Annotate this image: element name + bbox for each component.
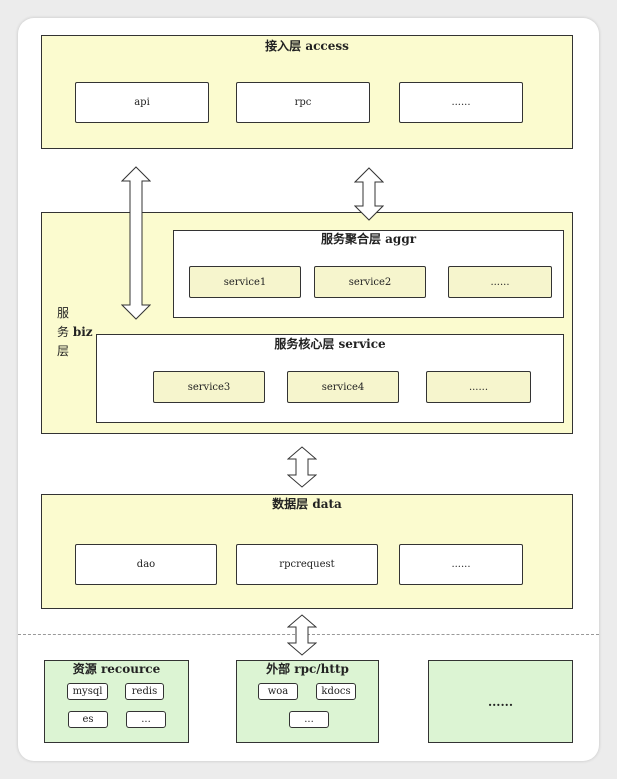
data-item-more: ...... (399, 544, 523, 585)
access-item-api: api (75, 82, 209, 123)
service-item-more: ...... (426, 371, 531, 403)
biz-title-line1: 服 (57, 306, 70, 320)
aggr-layer-title: 服务聚合层 aggr (320, 232, 417, 246)
service-core-layer-title: 服务核心层 service (274, 337, 386, 351)
external-box-title: 外部 rpc/http (266, 662, 349, 676)
resource-box-title: 资源 recource (72, 662, 161, 676)
external-item-kdocs: kdocs (316, 683, 356, 700)
service-item-service3: service3 (153, 371, 265, 403)
data-layer-title: 数据层 data (272, 497, 342, 511)
other-box-label: ...... (487, 694, 514, 709)
aggr-item-service1: service1 (189, 266, 301, 298)
resource-item-redis: redis (125, 683, 164, 700)
external-item-woa: woa (258, 683, 298, 700)
data-item-dao: dao (75, 544, 217, 585)
service-item-service4: service4 (287, 371, 399, 403)
biz-title-line3: 层 (57, 344, 70, 358)
data-to-resources-arrow (287, 614, 317, 656)
access-item-more: ...... (399, 82, 523, 123)
access-to-service-arrow (121, 166, 151, 320)
aggr-item-more: ...... (448, 266, 552, 298)
biz-title-line2b: biz (72, 325, 93, 339)
resource-item-es: es (68, 711, 108, 728)
biz-layer-title: 服 务 biz 层 (57, 304, 93, 361)
external-item-more: ... (289, 711, 329, 728)
data-item-rpcrequest: rpcrequest (236, 544, 378, 585)
access-item-rpc: rpc (236, 82, 370, 123)
resource-item-more: ... (126, 711, 166, 728)
biz-to-data-arrow (287, 446, 317, 488)
access-layer-title: 接入层 access (265, 39, 349, 53)
other-box: ...... (428, 660, 573, 743)
resource-item-mysql: mysql (67, 683, 108, 700)
access-to-aggr-arrow (354, 167, 384, 221)
biz-title-line2a: 务 (57, 325, 70, 339)
aggr-item-service2: service2 (314, 266, 426, 298)
